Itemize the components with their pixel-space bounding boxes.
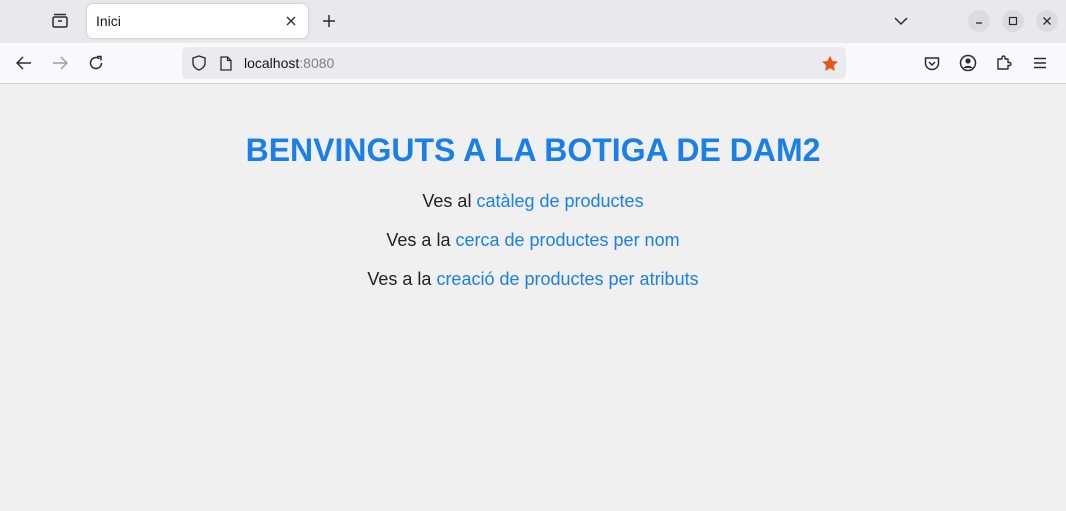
- navigation-toolbar: localhost:8080: [0, 43, 1066, 84]
- minimize-window-button[interactable]: [968, 10, 990, 32]
- tab-overview-icon[interactable]: [46, 9, 74, 33]
- shield-icon[interactable]: [190, 54, 208, 72]
- create-product-link[interactable]: creació de productes per atributs: [436, 269, 698, 289]
- star-icon[interactable]: [820, 53, 840, 73]
- chevron-down-icon[interactable]: [890, 10, 912, 32]
- nav-line-prefix: Ves a la: [386, 230, 456, 250]
- url-text[interactable]: localhost:8080: [244, 55, 334, 71]
- nav-line-prefix: Ves al: [422, 191, 477, 211]
- pocket-icon[interactable]: [918, 49, 946, 77]
- back-arrow-icon[interactable]: [10, 49, 38, 77]
- plus-icon[interactable]: [318, 10, 340, 32]
- search-by-name-link[interactable]: cerca de productes per nom: [455, 230, 679, 250]
- page-content: BENVINGUTS A LA BOTIGA DE DAM2 Ves al ca…: [0, 84, 1066, 511]
- tab-strip: Inici: [0, 0, 1066, 43]
- page-heading: BENVINGUTS A LA BOTIGA DE DAM2: [245, 132, 821, 168]
- reload-icon[interactable]: [82, 49, 110, 77]
- hamburger-menu-icon[interactable]: [1026, 49, 1054, 77]
- nav-line-search: Ves a la cerca de productes per nom: [0, 230, 1066, 251]
- nav-line-prefix: Ves a la: [367, 269, 437, 289]
- close-icon[interactable]: [282, 12, 300, 30]
- maximize-window-button[interactable]: [1002, 10, 1024, 32]
- url-host: localhost: [244, 55, 300, 71]
- nav-line-catalog: Ves al catàleg de productes: [0, 191, 1066, 212]
- page-icon[interactable]: [218, 54, 234, 72]
- account-icon[interactable]: [954, 49, 982, 77]
- address-bar[interactable]: localhost:8080: [182, 47, 846, 79]
- url-port: :8080: [299, 55, 335, 71]
- nav-line-create: Ves a la creació de productes per atribu…: [0, 269, 1066, 290]
- close-window-button[interactable]: [1036, 10, 1058, 32]
- browser-tab[interactable]: Inici: [87, 4, 308, 38]
- tab-title: Inici: [96, 13, 121, 29]
- puzzle-icon[interactable]: [990, 49, 1018, 77]
- forward-arrow-icon[interactable]: [46, 49, 74, 77]
- catalog-link[interactable]: catàleg de productes: [476, 191, 643, 211]
